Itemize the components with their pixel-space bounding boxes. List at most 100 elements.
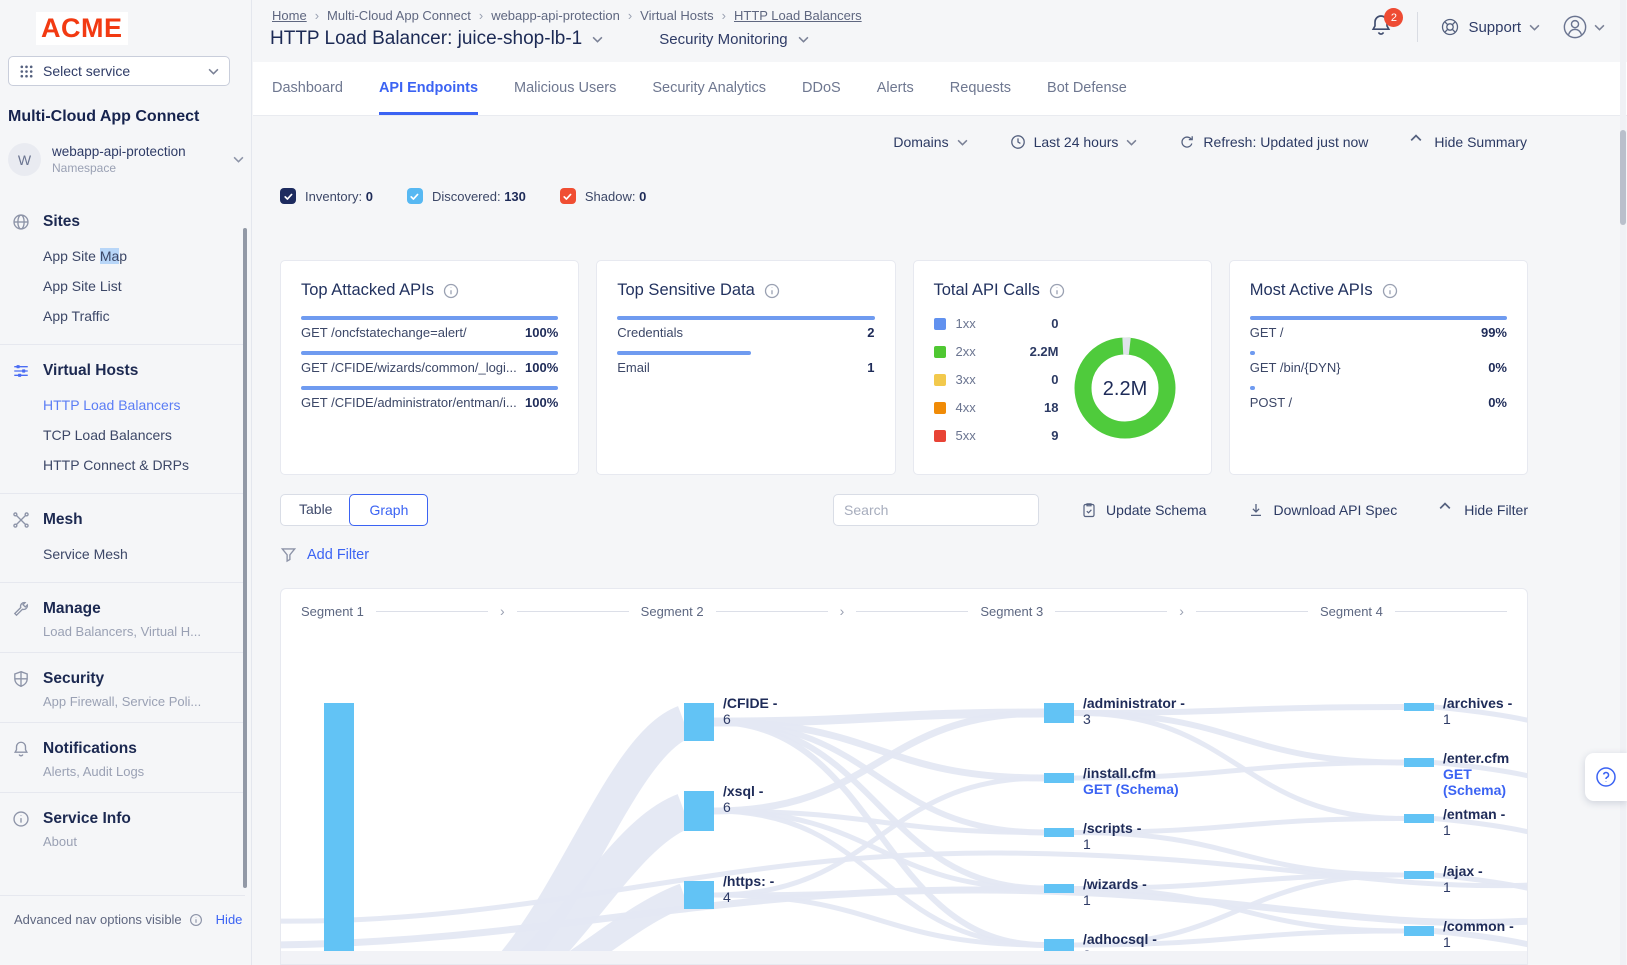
chevron-down-icon[interactable]	[592, 36, 603, 43]
sankey-node-ajax[interactable]	[1404, 871, 1434, 879]
select-service-dropdown[interactable]: Select service	[8, 56, 230, 86]
sankey-node-root[interactable]	[324, 703, 354, 951]
schema-link[interactable]: GET (Schema)	[1083, 781, 1179, 797]
crumb-webapp-api-protection[interactable]: webapp-api-protection	[491, 8, 620, 23]
api-stat-row: GET /oncfstatechange=alert/100%	[301, 316, 558, 340]
horizontal-scrollbar[interactable]	[281, 951, 1527, 964]
sidebar-item-http-load-balancers[interactable]: HTTP Load Balancers	[12, 390, 245, 420]
api-calls-legend-row: 5xx9	[934, 428, 1059, 443]
api-stat-row: Credentials2	[617, 316, 874, 340]
sidebar-group-title: Notifications	[43, 740, 137, 758]
hide-filter-toggle[interactable]: Hide Filter	[1439, 502, 1528, 518]
notifications-bell-icon[interactable]: 2	[1369, 12, 1395, 42]
chevron-down-icon	[957, 139, 968, 146]
tab-security-analytics[interactable]: Security Analytics	[652, 62, 766, 115]
info-icon[interactable]	[1382, 283, 1398, 299]
text-selection-highlight: Ma	[100, 248, 119, 264]
sankey-node-archives[interactable]	[1404, 703, 1434, 711]
endpoint-path-label: /administrator -	[1083, 695, 1185, 711]
sidebar-item-http-connect-drps[interactable]: HTTP Connect & DRPs	[12, 450, 245, 480]
add-filter-button[interactable]: Add Filter	[280, 546, 369, 563]
sidebar-item-app-site-list[interactable]: App Site List	[12, 271, 245, 301]
sidebar-item-app-traffic[interactable]: App Traffic	[12, 301, 245, 331]
endpoint-path-label: /CFIDE -	[723, 695, 777, 711]
user-menu[interactable]	[1562, 14, 1605, 40]
sankey-node-https[interactable]	[684, 881, 714, 909]
sidebar-scrollbar[interactable]	[243, 228, 247, 888]
sankey-node-scripts[interactable]	[1044, 828, 1074, 837]
sidebar-item-tcp-load-balancers[interactable]: TCP Load Balancers	[12, 420, 245, 450]
search-input[interactable]	[833, 494, 1039, 526]
sidebar-item-manage[interactable]: Manage	[12, 596, 245, 622]
namespace-name: webapp-api-protection	[52, 144, 186, 159]
api-stat-row: GET /99%	[1250, 316, 1507, 340]
tab-api-endpoints[interactable]: API Endpoints	[379, 62, 478, 115]
hide-advanced-nav-link[interactable]: Hide	[216, 912, 243, 927]
sankey-node-entercfm[interactable]	[1404, 758, 1434, 767]
help-button[interactable]	[1585, 753, 1627, 801]
download-api-spec-button[interactable]: Download API Spec	[1248, 502, 1397, 518]
vertical-scrollbar-thumb[interactable]	[1620, 130, 1626, 225]
legend-checkbox-discovered[interactable]: Discovered: 130	[407, 188, 526, 204]
sidebar-nav: SitesApp Site MapApp Site ListApp Traffi…	[0, 196, 245, 862]
crumb-multi-cloud-app-connect[interactable]: Multi-Cloud App Connect	[327, 8, 471, 23]
info-icon[interactable]	[764, 283, 780, 299]
sankey-node-adhocsql[interactable]	[1044, 939, 1074, 951]
time-range-dropdown[interactable]: Last 24 hours	[1010, 134, 1138, 150]
sidebar-item-app-site-map[interactable]: App Site Map	[12, 241, 245, 271]
sidebar-item-service-mesh[interactable]: Service Mesh	[12, 539, 245, 569]
sidebar-item-security[interactable]: Security	[12, 666, 245, 692]
info-icon[interactable]	[1049, 283, 1065, 299]
legend-color-chip	[934, 374, 946, 386]
tab-malicious-users[interactable]: Malicious Users	[514, 62, 616, 115]
tab-dashboard[interactable]: Dashboard	[272, 62, 343, 115]
chevron-right-icon: ›	[840, 603, 845, 619]
namespace-selector[interactable]: W webapp-api-protection Namespace	[8, 143, 244, 176]
support-menu[interactable]: Support	[1440, 17, 1540, 37]
endpoint-count: 1	[1443, 711, 1512, 727]
legend-checkbox-inventory[interactable]: Inventory: 0	[280, 188, 373, 204]
sankey-node-administrator[interactable]	[1044, 703, 1074, 723]
sankey-node-common[interactable]	[1404, 926, 1434, 936]
table-view-button[interactable]: Table	[281, 495, 350, 525]
legend-checkbox-shadow[interactable]: Shadow: 0	[560, 188, 646, 204]
donut-center-label: 2.2M	[1102, 378, 1146, 400]
info-icon[interactable]	[443, 283, 459, 299]
sidebar-item-notifications[interactable]: Notifications	[12, 736, 245, 762]
hide-summary-toggle[interactable]: Hide Summary	[1410, 134, 1527, 150]
sankey-node-cfide[interactable]	[684, 703, 714, 741]
sankey-node-xsql[interactable]	[684, 791, 714, 831]
schema-link[interactable]: GET (Schema)	[1443, 766, 1527, 798]
card-top-attacked-apis: Top Attacked APIs GET /oncfstatechange=a…	[280, 260, 579, 475]
api-stat-row: GET /bin/{DYN}0%	[1250, 351, 1507, 375]
chevron-down-icon	[1529, 24, 1540, 31]
sidebar-item-service-info[interactable]: Service Info	[12, 806, 245, 832]
sankey-node-wizards[interactable]	[1044, 884, 1074, 893]
endpoint-path-label: /entman -	[1443, 806, 1505, 822]
sidebar-group-items: HTTP Load BalancersTCP Load BalancersHTT…	[12, 390, 245, 480]
controls-row: Domains Last 24 hours Refresh: Updated j…	[893, 134, 1527, 150]
crumb-virtual-hosts[interactable]: Virtual Hosts	[640, 8, 713, 23]
refresh-button[interactable]: Refresh: Updated just now	[1179, 134, 1368, 150]
update-schema-button[interactable]: Update Schema	[1081, 502, 1206, 518]
domains-dropdown[interactable]: Domains	[893, 134, 967, 150]
tab-bot-defense[interactable]: Bot Defense	[1047, 62, 1127, 115]
graph-view-button[interactable]: Graph	[349, 494, 428, 526]
card-title: Total API Calls	[934, 281, 1040, 300]
sankey-node-installcfm[interactable]	[1044, 773, 1074, 783]
endpoint-path-label: /https: -	[723, 873, 774, 889]
tab-alerts[interactable]: Alerts	[877, 62, 914, 115]
sankey-node-entman[interactable]	[1404, 814, 1434, 823]
stat-value: 99%	[1481, 325, 1507, 340]
crumb-home[interactable]: Home	[272, 8, 307, 23]
crumb-http-load-balancers[interactable]: HTTP Load Balancers	[734, 8, 862, 23]
tab-ddos[interactable]: DDoS	[802, 62, 841, 115]
sidebar-group-sites: SitesApp Site MapApp Site ListApp Traffi…	[0, 196, 245, 344]
chevron-down-icon	[233, 156, 244, 163]
security-monitoring-dropdown[interactable]: Security Monitoring	[659, 31, 808, 48]
info-icon	[12, 810, 30, 828]
sidebar-group-title: Security	[43, 670, 104, 688]
tab-requests[interactable]: Requests	[950, 62, 1011, 115]
sidebar-group-items: App Site MapApp Site ListApp Traffic	[12, 241, 245, 331]
segment-divider-line	[517, 611, 629, 612]
